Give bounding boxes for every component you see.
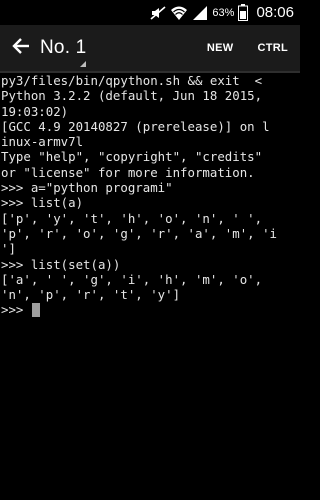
terminal-line: Type "help", "copyright", "credits" (1, 149, 263, 165)
terminal-line: 'p', 'r', 'o', 'g', 'r', 'a', 'm', 'i (1, 225, 278, 241)
text-cursor (31, 303, 40, 318)
ctrl-button[interactable]: CTRL (245, 25, 300, 71)
signal-icon (192, 5, 208, 21)
terminal-line: inux-armv7l (1, 134, 84, 150)
terminal-line: 19:03:02) (1, 103, 69, 119)
terminal-line: or "license" for more information. (1, 164, 255, 180)
terminal-output[interactable]: py3/files/bin/qpython.sh && exit < Pytho… (0, 73, 300, 500)
screen: 63% 08:06 No. 1 NEW CTRL py3/files/bin/q… (0, 0, 300, 500)
battery-icon (238, 4, 249, 21)
terminal-line: py3/files/bin/qpython.sh && exit < (1, 73, 263, 88)
terminal-line: ['a', ' ', 'g', 'i', 'h', 'm', 'o', (1, 271, 263, 287)
terminal-line: Python 3.2.2 (default, Jun 18 2015, (1, 88, 263, 104)
arrow-back-icon (11, 36, 31, 61)
dropdown-corner-icon (80, 61, 86, 67)
status-bar: 63% 08:06 (0, 0, 300, 25)
mute-icon (150, 5, 166, 21)
terminal-line: '] (1, 241, 16, 257)
terminal-line: >>> list(set(a)) (1, 256, 121, 272)
clock: 08:06 (256, 4, 294, 21)
battery-percent: 63% (212, 6, 235, 19)
terminal-line: ['p', 'y', 't', 'h', 'o', 'n', ' ', (1, 210, 263, 226)
terminal-prompt-line[interactable]: >>> (1, 302, 300, 317)
back-button[interactable] (8, 35, 34, 61)
terminal-line: 'n', 'p', 'r', 't', 'y'] (1, 287, 181, 303)
terminal-prompt: >>> (1, 302, 31, 318)
terminal-line: >>> list(a) (1, 195, 84, 211)
wifi-icon (170, 5, 188, 21)
terminal-line: [GCC 4.9 20140827 (prerelease)] on l (1, 118, 270, 134)
terminal-line: >>> a="python programi" (1, 180, 173, 196)
action-bar: No. 1 NEW CTRL (0, 25, 300, 73)
new-button[interactable]: NEW (195, 25, 246, 71)
